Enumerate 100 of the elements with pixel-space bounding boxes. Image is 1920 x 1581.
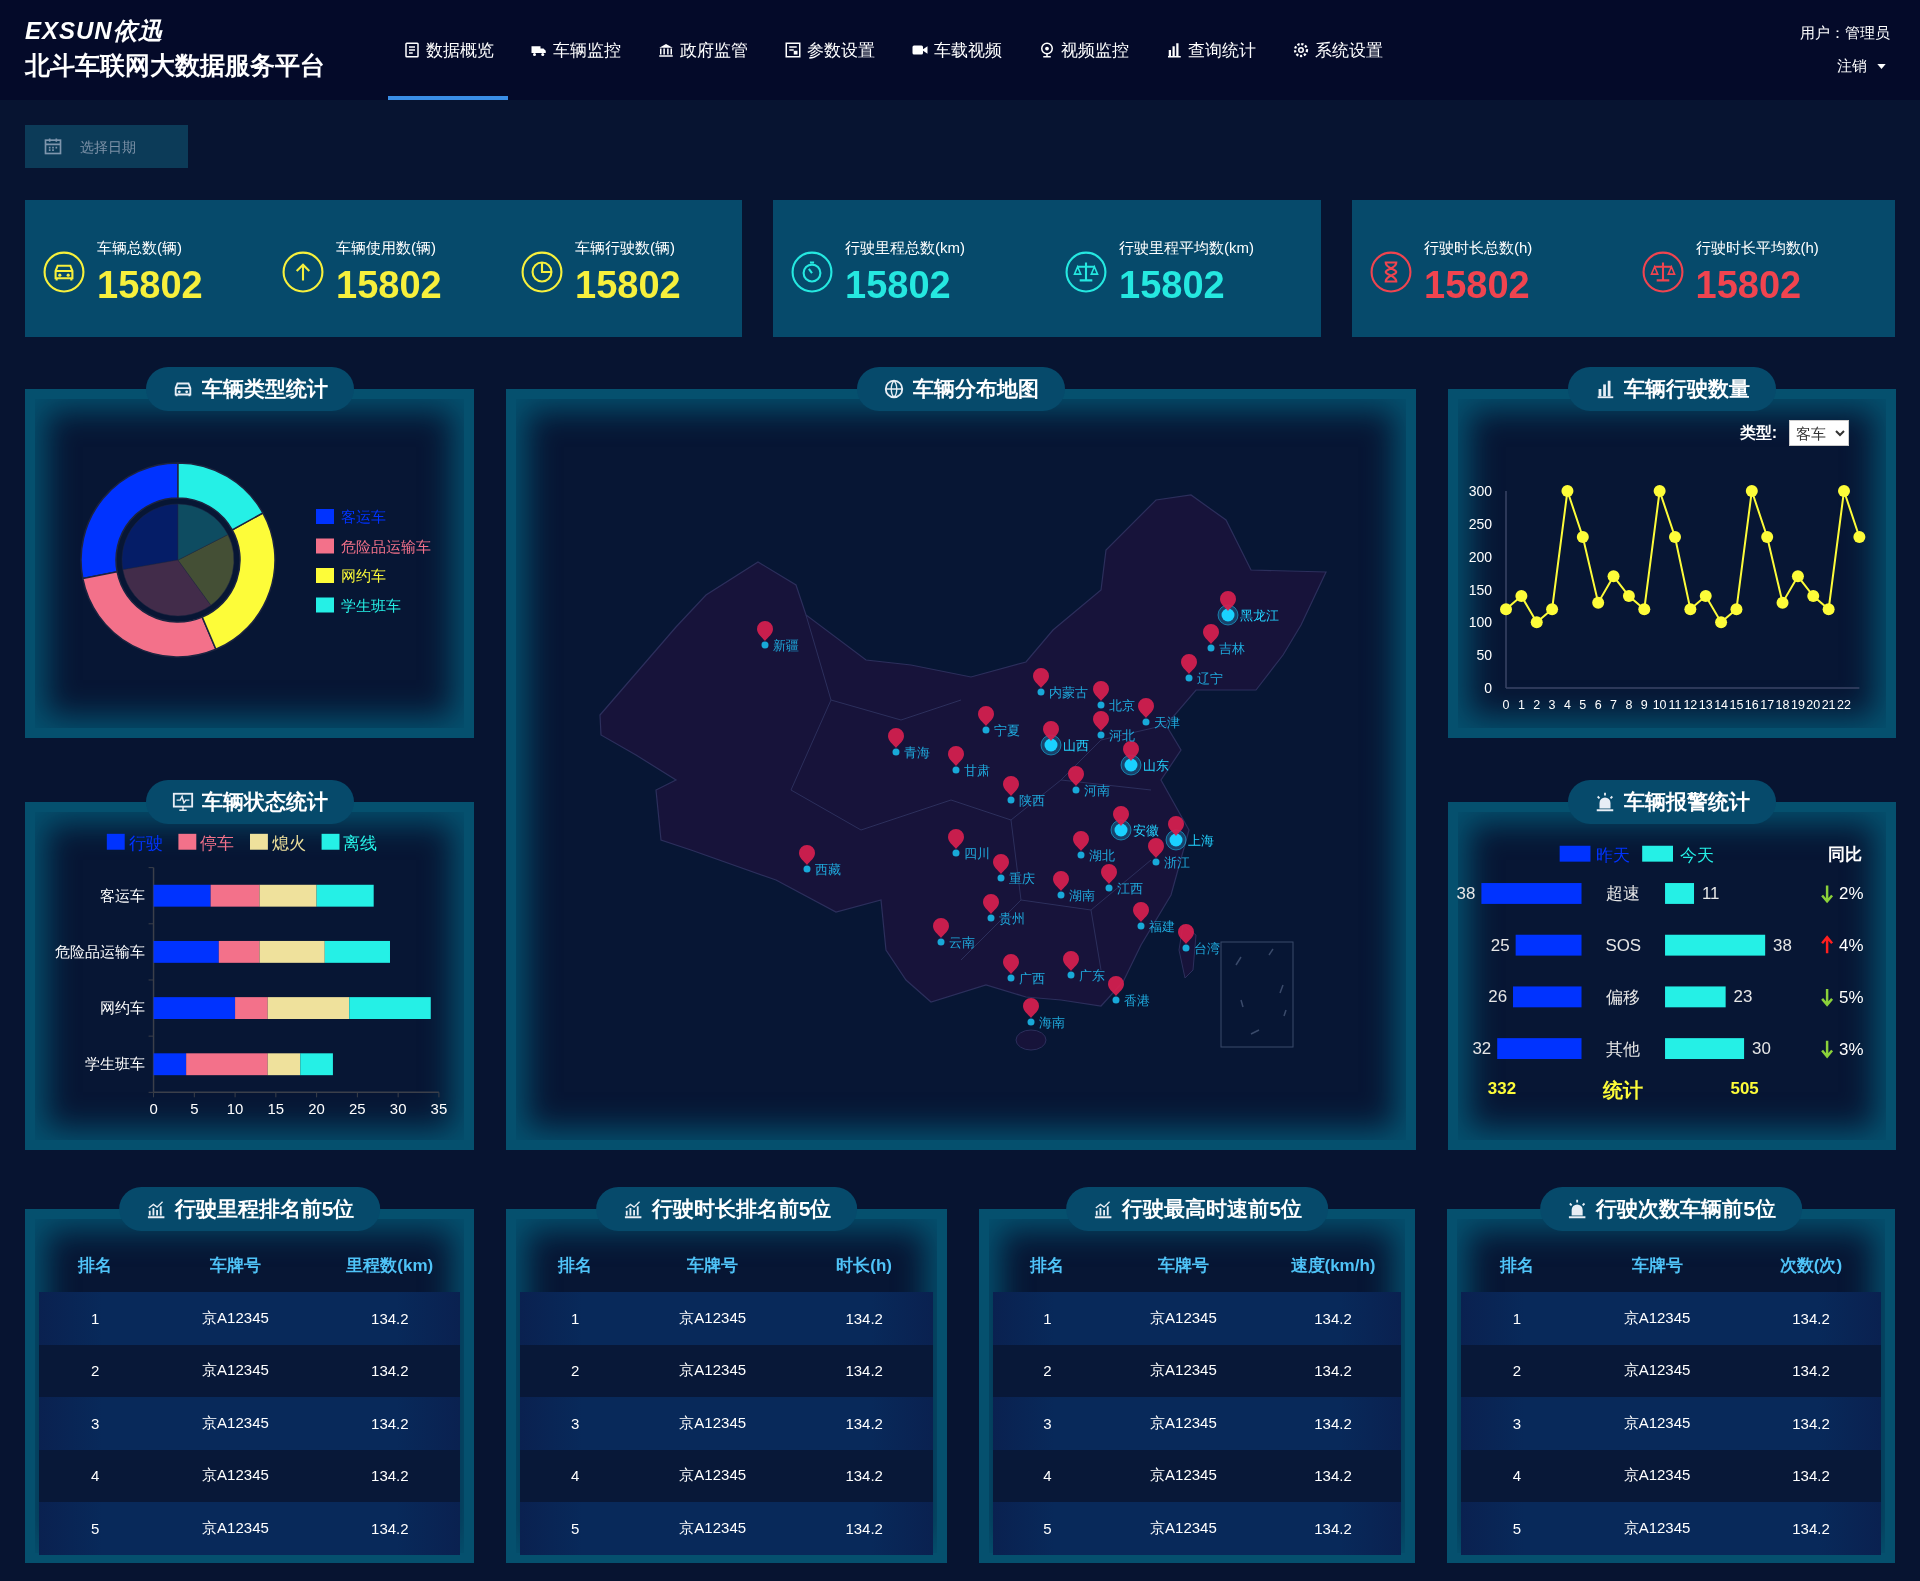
app-title: 北斗车联网大数据服务平台 bbox=[25, 49, 326, 81]
table-cell-text: 134.2 bbox=[844, 1362, 884, 1380]
calendar-icon bbox=[43, 136, 63, 156]
map-pin-icon[interactable] bbox=[1040, 721, 1062, 756]
category-label: 偏移 bbox=[1606, 987, 1641, 1007]
table-cell-text: 京A12345 bbox=[1622, 1466, 1692, 1486]
column-header: 里程数(km) bbox=[345, 1255, 435, 1277]
map-pin-icon[interactable] bbox=[799, 845, 815, 873]
column-header: 速度(km/h) bbox=[1289, 1255, 1377, 1277]
axis-label: 20 bbox=[1806, 698, 1821, 712]
chart-bar bbox=[300, 1053, 333, 1076]
nav-tab[interactable]: 查询统计 bbox=[1150, 0, 1270, 100]
nav-tab[interactable]: 政府监管 bbox=[642, 0, 762, 100]
map-pin-icon[interactable] bbox=[1093, 711, 1109, 739]
column-header: 排名 bbox=[1498, 1255, 1535, 1277]
data-label: 23 bbox=[1733, 987, 1753, 1007]
axis-label: 9 bbox=[1640, 698, 1648, 712]
map-pin-icon[interactable] bbox=[1217, 591, 1239, 626]
map-pin-icon[interactable] bbox=[1003, 776, 1019, 804]
map-label: 广东 bbox=[1079, 968, 1105, 983]
table-cell-text: 3 bbox=[89, 1414, 101, 1432]
legend-label: 熄火 bbox=[271, 833, 306, 853]
table-cell-text: 京A12345 bbox=[1149, 1308, 1218, 1328]
data-point bbox=[1561, 485, 1574, 497]
map-pin-icon[interactable] bbox=[993, 854, 1009, 882]
nav-tab[interactable]: 数据概览 bbox=[388, 0, 508, 100]
map-label: 四川 bbox=[964, 846, 990, 861]
nav-tab[interactable]: 视频监控 bbox=[1023, 0, 1143, 100]
map-pin-icon[interactable] bbox=[1023, 998, 1039, 1026]
type-select[interactable]: 客车 bbox=[1789, 420, 1849, 446]
map-label: 新疆 bbox=[773, 638, 799, 653]
table-cell-text: 5 bbox=[1042, 1519, 1053, 1537]
map-pin-icon[interactable] bbox=[1133, 902, 1149, 930]
column-header: 排名 bbox=[1028, 1255, 1066, 1277]
category-label: SOS bbox=[1605, 936, 1642, 956]
nav-tab[interactable]: 参数设置 bbox=[769, 0, 889, 100]
table-cell-text: 京A12345 bbox=[678, 1466, 748, 1486]
map-pin-icon[interactable] bbox=[1053, 871, 1069, 899]
table-cell-text: 1 bbox=[1042, 1309, 1053, 1327]
map-pin-icon[interactable] bbox=[1138, 698, 1154, 726]
globe-icon bbox=[883, 378, 905, 400]
table-cell-text: 5 bbox=[569, 1519, 581, 1537]
map-pin-icon[interactable] bbox=[1110, 806, 1132, 841]
nav-tab[interactable]: 系统设置 bbox=[1277, 0, 1397, 100]
map-pin-icon[interactable] bbox=[1178, 924, 1194, 952]
data-point bbox=[1745, 485, 1758, 497]
timer-icon bbox=[791, 250, 833, 293]
map-pin-icon[interactable] bbox=[1108, 976, 1124, 1004]
map-label: 湖北 bbox=[1089, 848, 1115, 863]
table-cell-text: 京A12345 bbox=[201, 1518, 270, 1538]
nav-tab[interactable]: 车辆监控 bbox=[515, 0, 635, 100]
table-cell-text: 2 bbox=[1511, 1362, 1523, 1380]
map-label: 河北 bbox=[1109, 728, 1135, 743]
upload-icon bbox=[282, 250, 324, 293]
table-cell-text: 134.2 bbox=[1313, 1414, 1353, 1432]
stat-label: 行驶里程总数(km) bbox=[845, 239, 965, 258]
map-pin-icon[interactable] bbox=[1068, 766, 1084, 794]
category-label: 学生班车 bbox=[84, 1056, 145, 1073]
stat-value: 15802 bbox=[97, 266, 203, 304]
nav-tab[interactable]: 车载视频 bbox=[896, 0, 1016, 100]
map-pin-icon[interactable] bbox=[1003, 954, 1019, 982]
map-pin-icon[interactable] bbox=[1120, 741, 1142, 776]
table-cell-text: 京A12345 bbox=[201, 1308, 270, 1328]
map-pin-icon[interactable] bbox=[1063, 951, 1079, 979]
map-pin-icon[interactable] bbox=[1181, 654, 1197, 682]
map-pin-icon[interactable] bbox=[1203, 624, 1219, 652]
table-cell-text: 134.2 bbox=[1791, 1414, 1831, 1432]
date-field[interactable]: 选择日期 bbox=[25, 125, 188, 168]
data-point bbox=[1653, 485, 1666, 497]
table-cell-text: 京A12345 bbox=[1622, 1413, 1692, 1433]
data-label: 25 bbox=[1490, 935, 1510, 955]
logout-button[interactable]: 注销 bbox=[1837, 57, 1890, 76]
table-cell-text: 京A12345 bbox=[201, 1413, 270, 1433]
map-pin-icon[interactable] bbox=[983, 894, 999, 922]
data-point bbox=[1730, 603, 1743, 616]
column-header: 同比 bbox=[1828, 844, 1862, 864]
data-point bbox=[1530, 616, 1543, 629]
legend-label: 离线 bbox=[343, 833, 378, 853]
map-pin-icon[interactable] bbox=[1033, 668, 1049, 696]
table-cell-text: 京A12345 bbox=[678, 1361, 748, 1381]
map-pin-icon[interactable] bbox=[888, 728, 904, 756]
map-pin-icon[interactable] bbox=[1148, 838, 1164, 866]
axis-label: 16 bbox=[1744, 698, 1759, 712]
scale-icon bbox=[1065, 250, 1107, 293]
map-pin-icon[interactable] bbox=[933, 918, 949, 946]
filter-label: 类型: bbox=[1739, 422, 1777, 443]
siren-icon bbox=[1594, 791, 1616, 813]
axis-label: 11 bbox=[1668, 698, 1682, 712]
map-pin-icon[interactable] bbox=[1165, 816, 1187, 851]
map-pin-icon[interactable] bbox=[1101, 864, 1117, 892]
map-pin-icon[interactable] bbox=[757, 621, 773, 649]
map-pin-icon[interactable] bbox=[978, 706, 994, 734]
map-pin-icon[interactable] bbox=[1073, 831, 1089, 859]
map-pin-icon[interactable] bbox=[1093, 681, 1109, 709]
table-cell-text: 2 bbox=[89, 1362, 101, 1380]
table-cell-text: 134.2 bbox=[844, 1309, 884, 1327]
map-pin-icon[interactable] bbox=[948, 829, 964, 857]
axis-label: 8 bbox=[1625, 698, 1633, 712]
data-label: 38 bbox=[1456, 883, 1476, 903]
map-pin-icon[interactable] bbox=[948, 746, 964, 774]
